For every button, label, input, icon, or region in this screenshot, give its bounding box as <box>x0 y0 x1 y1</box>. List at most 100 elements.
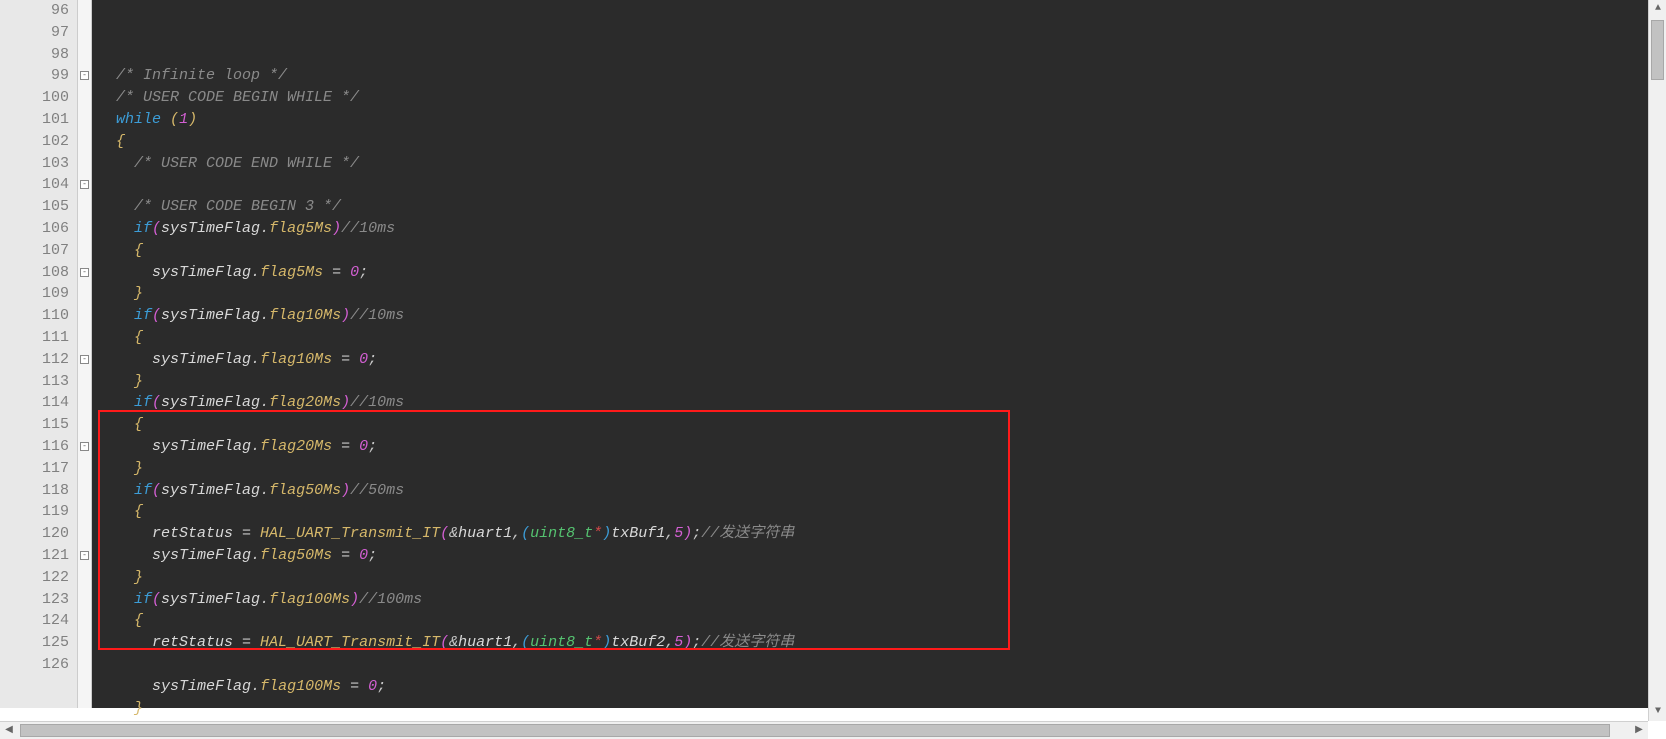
code-token: ) <box>188 111 197 128</box>
scroll-down-arrow-icon[interactable]: ▼ <box>1649 703 1666 721</box>
code-line[interactable]: if(sysTimeFlag.flag20Ms)//10ms <box>98 392 1648 414</box>
code-token: //50ms <box>350 482 404 499</box>
code-token: HAL_UART_Transmit_IT <box>260 634 440 651</box>
code-token: txBuf2 <box>611 634 665 651</box>
code-line[interactable]: retStatus = HAL_UART_Transmit_IT(&huart1… <box>98 632 1648 654</box>
code-token: flag50Ms <box>260 547 332 564</box>
fold-toggle-icon[interactable]: - <box>80 442 89 451</box>
code-line[interactable]: /* USER CODE BEGIN 3 */ <box>98 196 1648 218</box>
code-line[interactable]: { <box>98 240 1648 262</box>
code-token: uint8_t <box>530 634 593 651</box>
code-token: //10ms <box>341 220 395 237</box>
line-number: 102 <box>0 131 69 153</box>
line-number: 110 <box>0 305 69 327</box>
code-token: 0 <box>359 547 368 564</box>
fold-toggle-icon[interactable]: - <box>80 268 89 277</box>
scroll-up-arrow-icon[interactable]: ▲ <box>1649 0 1666 18</box>
code-line[interactable]: if(sysTimeFlag.flag5Ms)//10ms <box>98 218 1648 240</box>
code-token: sysTimeFlag <box>161 482 260 499</box>
code-token: ) <box>341 394 350 411</box>
code-token: } <box>134 285 143 302</box>
fold-toggle-icon[interactable]: - <box>80 355 89 364</box>
code-token: if <box>134 307 152 324</box>
code-token: . <box>260 307 269 324</box>
code-token: . <box>251 547 260 564</box>
code-token: ) <box>683 634 692 651</box>
code-line[interactable]: /* Infinite loop */ <box>98 65 1648 87</box>
code-editor[interactable]: 9697989910010110210310410510610710810911… <box>0 0 1648 708</box>
code-token: { <box>134 503 143 520</box>
code-line[interactable]: if(sysTimeFlag.flag100Ms)//100ms <box>98 589 1648 611</box>
code-token: flag5Ms <box>260 264 323 281</box>
code-token: ( <box>152 591 161 608</box>
code-line[interactable]: sysTimeFlag.flag10Ms = 0; <box>98 349 1648 371</box>
line-number: 113 <box>0 371 69 393</box>
code-line[interactable]: retStatus = HAL_UART_Transmit_IT(&huart1… <box>98 523 1648 545</box>
horizontal-scroll-thumb[interactable] <box>20 724 1610 737</box>
code-token: uint8_t <box>530 525 593 542</box>
code-line[interactable]: } <box>98 698 1648 720</box>
vertical-scroll-thumb[interactable] <box>1651 20 1664 80</box>
line-number: 117 <box>0 458 69 480</box>
code-line[interactable]: { <box>98 327 1648 349</box>
code-token: 0 <box>359 351 368 368</box>
code-token: . <box>260 394 269 411</box>
code-token: ) <box>332 220 341 237</box>
line-number: 97 <box>0 22 69 44</box>
code-token: } <box>134 460 143 477</box>
code-token: huart1 <box>458 525 512 542</box>
code-line[interactable]: sysTimeFlag.flag20Ms = 0; <box>98 436 1648 458</box>
fold-toggle-icon[interactable]: - <box>80 180 89 189</box>
code-token: ) <box>350 591 359 608</box>
code-line[interactable]: } <box>98 283 1648 305</box>
code-token: = <box>323 264 350 281</box>
code-line[interactable]: sysTimeFlag.flag100Ms = 0; <box>98 676 1648 698</box>
code-token: if <box>134 591 152 608</box>
code-token: flag20Ms <box>269 394 341 411</box>
code-line[interactable]: } <box>98 371 1648 393</box>
code-line[interactable]: { <box>98 501 1648 523</box>
vertical-scrollbar[interactable]: ▲ ▼ <box>1648 0 1666 721</box>
code-token: { <box>134 416 143 433</box>
scroll-left-arrow-icon[interactable]: ◀ <box>0 722 18 739</box>
code-line[interactable]: /* USER CODE END WHILE */ <box>98 153 1648 175</box>
code-token: flag20Ms <box>260 438 332 455</box>
code-line[interactable]: if(sysTimeFlag.flag50Ms)//50ms <box>98 480 1648 502</box>
fold-column: - - - - - - <box>78 0 92 708</box>
code-token: txBuf1 <box>611 525 665 542</box>
code-token: ; <box>368 351 377 368</box>
fold-toggle-icon[interactable]: - <box>80 551 89 560</box>
line-number: 103 <box>0 153 69 175</box>
line-number: 125 <box>0 632 69 654</box>
code-line[interactable]: } <box>98 567 1648 589</box>
code-token: = <box>341 678 368 695</box>
code-token: & <box>449 525 458 542</box>
line-number: 96 <box>0 0 69 22</box>
line-number: 104 <box>0 174 69 196</box>
code-line[interactable]: while (1) <box>98 109 1648 131</box>
code-line[interactable]: /* USER CODE BEGIN WHILE */ <box>98 87 1648 109</box>
code-line[interactable]: } <box>98 458 1648 480</box>
line-number: 115 <box>0 414 69 436</box>
code-line[interactable]: sysTimeFlag.flag50Ms = 0; <box>98 545 1648 567</box>
code-line[interactable] <box>98 174 1648 196</box>
code-token: & <box>449 634 458 651</box>
code-token: 5 <box>674 634 683 651</box>
code-line[interactable]: sysTimeFlag.flag5Ms = 0; <box>98 262 1648 284</box>
code-token: //100ms <box>359 591 422 608</box>
code-line[interactable]: if(sysTimeFlag.flag10Ms)//10ms <box>98 305 1648 327</box>
line-number: 124 <box>0 610 69 632</box>
code-token: } <box>134 569 143 586</box>
scroll-right-arrow-icon[interactable]: ▶ <box>1630 722 1648 739</box>
code-line[interactable]: { <box>98 131 1648 153</box>
code-token: . <box>260 591 269 608</box>
code-line[interactable]: { <box>98 414 1648 436</box>
code-line[interactable]: { <box>98 610 1648 632</box>
fold-toggle-icon[interactable]: - <box>80 71 89 80</box>
code-token: //10ms <box>350 394 404 411</box>
code-token: . <box>260 482 269 499</box>
code-line[interactable] <box>98 654 1648 676</box>
horizontal-scrollbar[interactable]: ◀ ▶ <box>0 721 1648 739</box>
code-area[interactable]: /* Infinite loop */ /* USER CODE BEGIN W… <box>92 0 1648 708</box>
code-token: ( <box>521 634 530 651</box>
